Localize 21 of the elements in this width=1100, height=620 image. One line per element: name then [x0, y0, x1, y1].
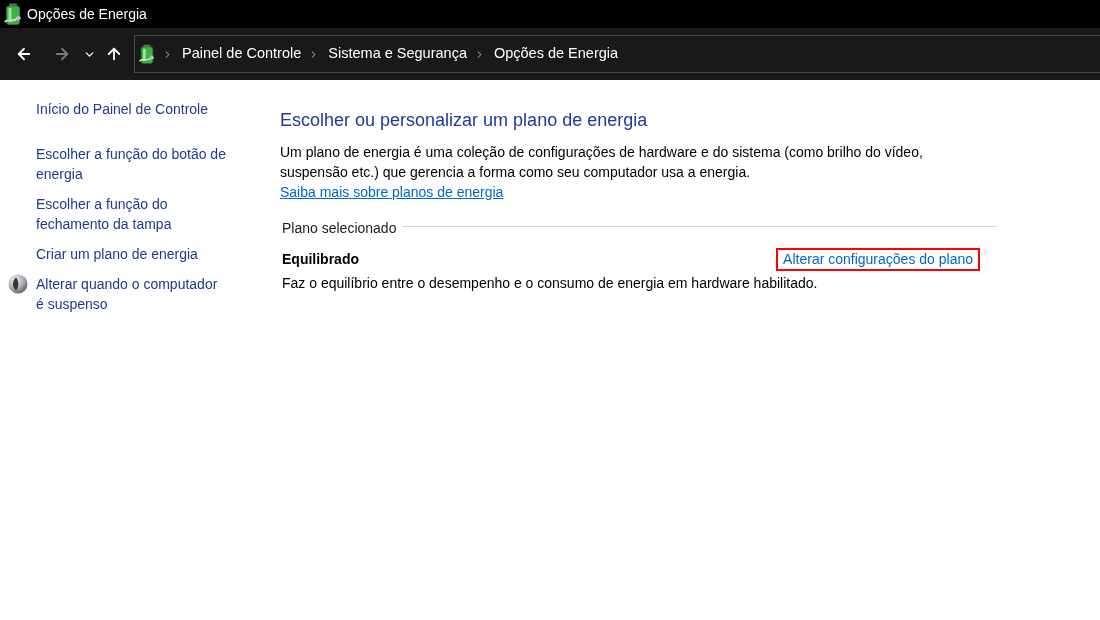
moon-icon	[8, 274, 28, 294]
sidebar-link[interactable]: Escolher a função do botão de energia	[36, 144, 227, 184]
sidebar-link[interactable]: Escolher a função do fechamento da tampa	[36, 194, 227, 234]
battery-icon	[139, 44, 155, 64]
sidebar-link[interactable]: Criar um plano de energia	[36, 244, 227, 264]
breadcrumb-item[interactable]: Sistema e Segurança	[328, 43, 467, 65]
breadcrumb-item[interactable]: Painel de Controle	[182, 43, 302, 65]
section-label: Plano selecionado	[282, 219, 397, 238]
breadcrumb-item[interactable]: Opções de Energia	[493, 43, 619, 65]
plan-name: Equilibrado	[282, 250, 359, 269]
battery-icon	[4, 3, 22, 25]
plan-description: Faz o equilíbrio entre o desempenho e o consumo de energia em hardware habilitado.	[281, 274, 819, 293]
description-text: Um plano de energia é uma coleção de configurações de hardware e do sistema (como brilho do vídeo, suspensão etc.) que gerencia a forma como seu computador usa a energia. Saiba mais sobre planos de energia	[280, 143, 924, 202]
window-title: Opções de Energia	[27, 4, 147, 24]
address-bar[interactable]: Painel de Controle Sistema e Segurança Opções de Energia	[134, 35, 1100, 73]
page-heading: Escolher ou personalizar um plano de energia	[280, 109, 649, 132]
change-plan-settings-link[interactable]: Alterar configurações do plano	[776, 248, 980, 271]
arrow-right-icon	[53, 45, 71, 63]
sidebar-link[interactable]: Início do Painel de Controle	[36, 99, 250, 119]
learn-more-link[interactable]: Saiba mais sobre planos de energia	[280, 184, 504, 200]
sidebar-link[interactable]: Alterar quando o computador é suspenso	[36, 274, 227, 314]
